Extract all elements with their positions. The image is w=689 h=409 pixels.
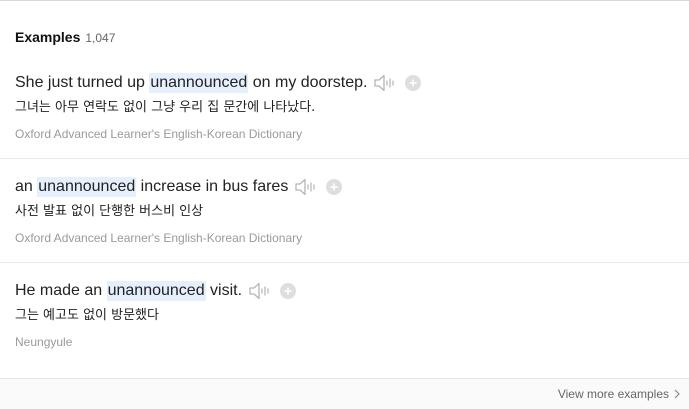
examples-header: Examples 1,047	[15, 29, 115, 49]
example-sentence: She just turned up unannounced on my doo…	[15, 71, 422, 95]
example-source: Oxford Advanced Learner's English-Korean…	[15, 231, 303, 245]
view-more-label: View more examples	[557, 387, 669, 401]
example-source: Neungyule	[15, 335, 73, 349]
chevron-right-icon	[673, 389, 681, 399]
sentence-text-before: She just turned up	[15, 74, 150, 91]
example-divider	[0, 262, 689, 263]
sentence-text-before: an	[15, 178, 38, 195]
example-translation: 그는 예고도 없이 방문했다	[15, 308, 159, 323]
top-divider	[0, 0, 689, 1]
speaker-icon[interactable]	[248, 281, 272, 301]
sentence-text-after: increase in bus fares	[136, 178, 289, 195]
add-to-wordlist-icon[interactable]	[326, 179, 343, 195]
highlighted-word: unannounced	[106, 281, 206, 301]
add-to-wordlist-icon[interactable]	[405, 75, 422, 91]
sentence-text-after: visit.	[205, 282, 243, 299]
example-translation: 사전 발표 없이 단행한 버스비 인상	[15, 204, 204, 219]
view-more-examples-link[interactable]: View more examples	[558, 385, 681, 403]
example-source: Oxford Advanced Learner's English-Korean…	[15, 127, 303, 141]
sentence-text-after: on my doorstep.	[248, 74, 368, 91]
speaker-icon[interactable]	[373, 73, 397, 93]
example-sentence: an unannounced increase in bus fares	[15, 175, 343, 199]
example-divider	[0, 158, 689, 159]
highlighted-word: unannounced	[149, 73, 249, 93]
highlighted-word: unannounced	[37, 177, 137, 197]
examples-count: 1,047	[85, 31, 116, 45]
add-to-wordlist-icon[interactable]	[280, 283, 297, 299]
speaker-icon[interactable]	[294, 177, 318, 197]
example-sentence: He made an unannounced visit.	[15, 279, 297, 303]
examples-title: Examples	[15, 29, 81, 45]
sentence-text-before: He made an	[15, 282, 107, 299]
example-translation: 그녀는 아무 연락도 없이 그냥 우리 집 문간에 나타났다.	[15, 100, 316, 115]
